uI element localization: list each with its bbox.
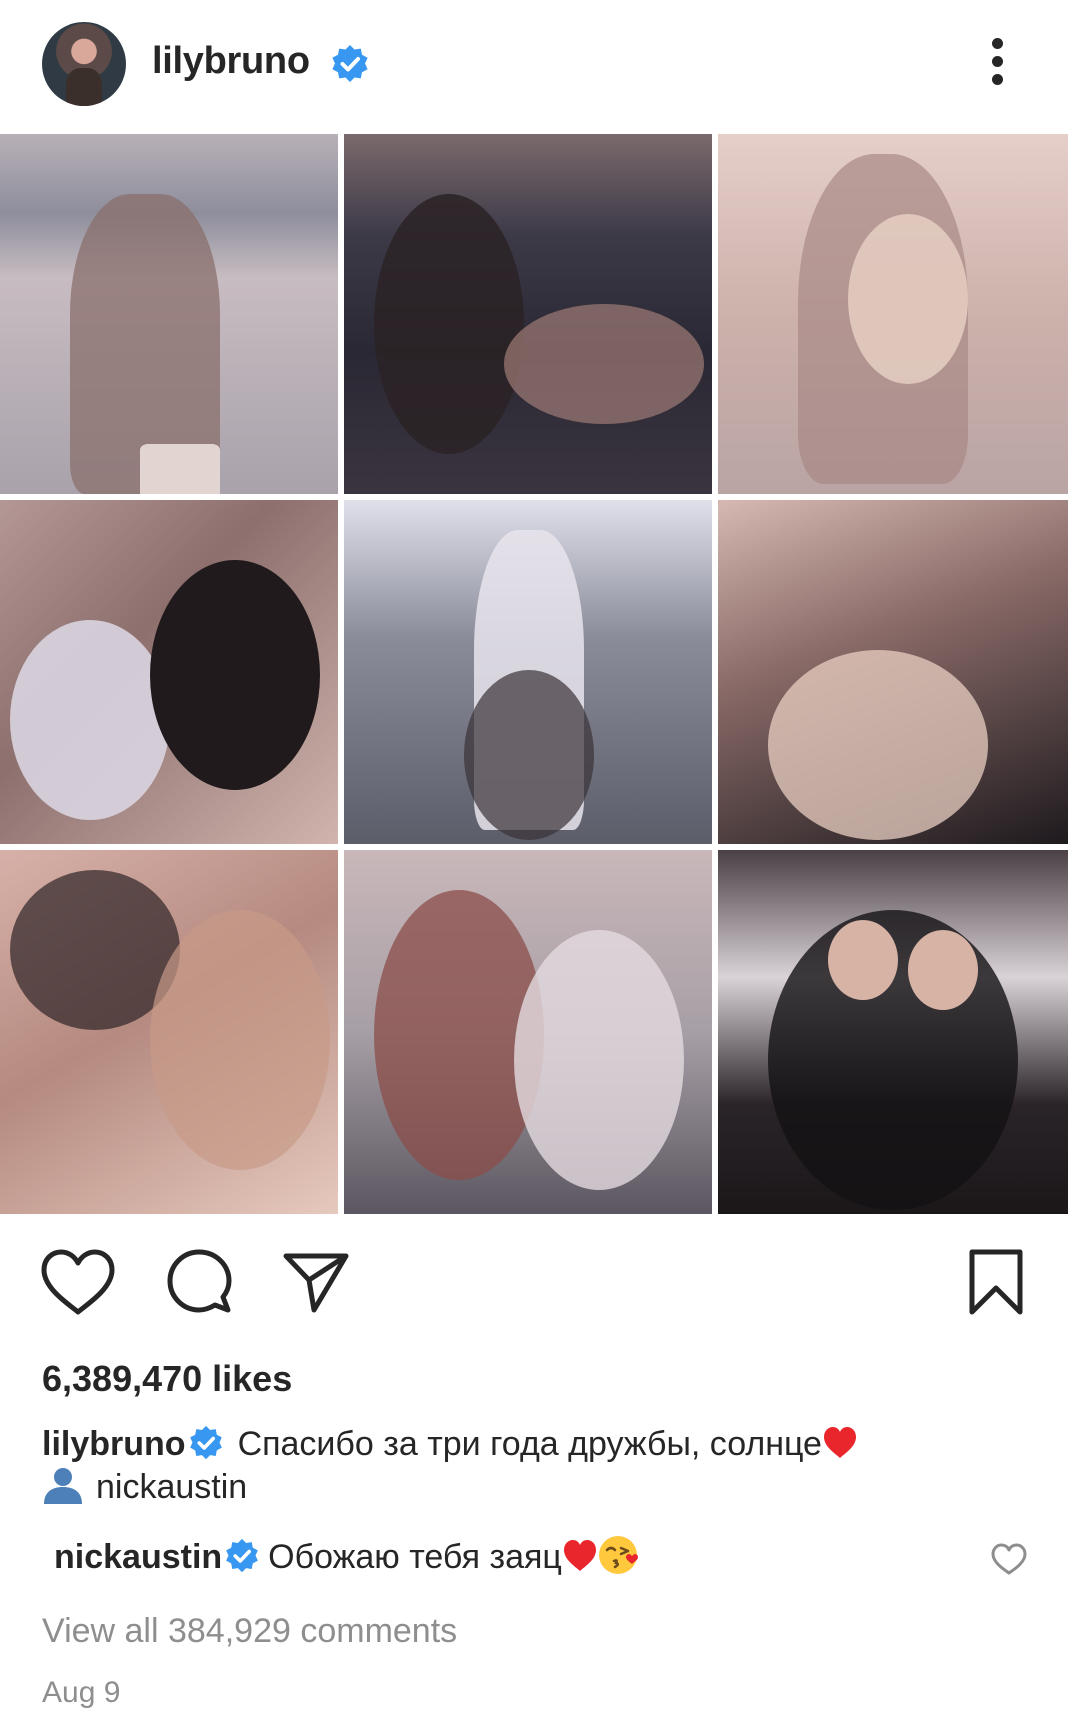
heart-outline-icon[interactable] (40, 1248, 116, 1316)
photo-tile[interactable] (718, 500, 1068, 844)
photo-figure (374, 194, 524, 454)
photo-tile[interactable] (344, 850, 712, 1214)
tagged-user[interactable]: nickaustin (42, 1466, 247, 1507)
photo-figure (828, 920, 898, 1000)
view-all-comments-link[interactable]: View all 384,929 comments (42, 1612, 457, 1651)
caption-username[interactable]: lilybruno (42, 1425, 186, 1463)
tagged-username: nickaustin (96, 1468, 248, 1506)
photo-tile[interactable] (344, 500, 712, 844)
photo-figure (768, 650, 988, 840)
person-tag-icon (44, 1468, 82, 1504)
photo-figure (140, 444, 220, 494)
post-date: Aug 9 (42, 1676, 121, 1709)
paper-plane-icon[interactable] (282, 1250, 350, 1314)
verified-badge-icon (189, 1425, 222, 1460)
photo-tile[interactable] (718, 850, 1068, 1214)
comment-bubble-icon[interactable] (166, 1248, 232, 1314)
verified-badge-icon (226, 1538, 259, 1573)
photo-tile[interactable] (0, 134, 338, 494)
red-heart-emoji (563, 1540, 596, 1571)
post-actions (0, 1248, 1068, 1338)
photo-tile[interactable] (0, 850, 338, 1214)
post-header: lilybruno (0, 0, 1068, 130)
photo-figure (908, 930, 978, 1010)
photo-tile[interactable] (0, 500, 338, 844)
photo-figure (848, 214, 968, 384)
photo-figure (150, 910, 330, 1170)
photo-collage[interactable] (0, 134, 1068, 1214)
top-comment: nickaustin Обожаю тебя заяц (54, 1534, 640, 1577)
post-author-username[interactable]: lilybruno (152, 40, 310, 83)
comment-text: Обожаю тебя заяц (268, 1538, 562, 1576)
more-vertical-icon (992, 38, 1003, 49)
more-options-button[interactable] (978, 34, 1018, 90)
photo-figure (464, 670, 594, 840)
verified-badge-icon (332, 45, 368, 82)
photo-figure (514, 930, 684, 1190)
bookmark-icon[interactable] (968, 1248, 1024, 1316)
likes-count[interactable]: 6,389,470 likes (42, 1358, 292, 1400)
photo-figure (504, 304, 704, 424)
photo-tile[interactable] (344, 134, 712, 494)
avatar[interactable] (42, 22, 126, 106)
photo-figure (10, 620, 170, 820)
more-dot (992, 74, 1003, 85)
comment-username[interactable]: nickaustin (54, 1538, 222, 1576)
post-caption: lilybruno Спасибо за три года дружбы, со… (42, 1420, 1032, 1468)
red-heart-emoji (823, 1427, 856, 1458)
photo-figure (150, 560, 320, 790)
instagram-post: lilybruno 6,389,470 likes lilybruno Спас… (0, 0, 1068, 1730)
heart-outline-small-icon[interactable] (990, 1542, 1028, 1576)
caption-text: Спасибо за три года дружбы, солнце (237, 1425, 822, 1463)
more-dot (992, 56, 1003, 67)
face-blowing-kiss-emoji (598, 1536, 638, 1574)
photo-tile[interactable] (718, 134, 1068, 494)
